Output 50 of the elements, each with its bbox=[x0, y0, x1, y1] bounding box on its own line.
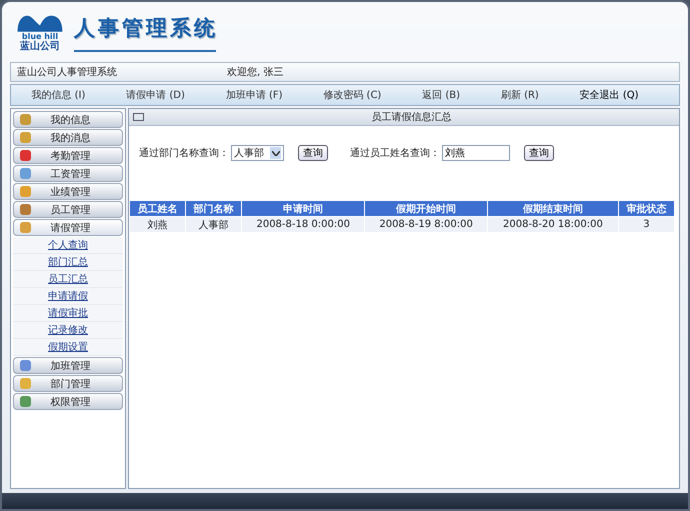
sidebar-menu-item[interactable]: 我的消息 bbox=[13, 129, 123, 146]
table-cell: 2008-8-20 18:00:00 bbox=[488, 216, 618, 232]
column-header: 审批状态 bbox=[618, 200, 674, 216]
name-input-field[interactable]: 刘燕 bbox=[442, 145, 510, 161]
system-name: 蓝山公司人事管理系统 bbox=[17, 66, 117, 79]
table-cell: 2008-8-18 0:00:00 bbox=[242, 216, 365, 232]
nav-link[interactable]: 安全退出 (Q) bbox=[580, 88, 639, 102]
submenu-link[interactable]: 请假审批 bbox=[48, 306, 88, 320]
nav-link[interactable]: 请假申请 (D) bbox=[126, 88, 185, 102]
query-button[interactable]: 查询 bbox=[298, 145, 328, 161]
submenu-link[interactable]: 部门汇总 bbox=[48, 255, 88, 269]
submenu-link[interactable]: 申请请假 bbox=[48, 289, 88, 303]
sidebar-menu-item[interactable]: 工资管理 bbox=[13, 165, 123, 182]
welcome-text: 欢迎您, 张三 bbox=[227, 66, 284, 79]
submenu-link[interactable]: 记录修改 bbox=[48, 323, 88, 337]
nav-link[interactable]: 修改密码 (C) bbox=[323, 88, 382, 102]
query-label: 通过员工姓名查询： bbox=[350, 146, 440, 160]
table-cell: 2008-8-19 8:00:00 bbox=[364, 216, 488, 232]
mountain-logo-icon bbox=[16, 14, 64, 32]
nav-link[interactable]: 加班申请 (F) bbox=[226, 88, 282, 102]
column-header: 假期结束时间 bbox=[488, 200, 618, 216]
table-cell: 3 bbox=[618, 216, 674, 232]
table-cell: 刘燕 bbox=[130, 216, 186, 232]
table-cell: 人事部 bbox=[186, 216, 242, 232]
nav-link[interactable]: 返回 (B) bbox=[422, 88, 460, 102]
sidebar-menu-item[interactable]: 考勤管理 bbox=[13, 147, 123, 164]
query-button[interactable]: 查询 bbox=[524, 145, 554, 161]
sidebar-menu-item[interactable]: 部门管理 bbox=[13, 375, 123, 392]
submenu-link[interactable]: 个人查询 bbox=[48, 238, 88, 252]
column-header: 假期开始时间 bbox=[364, 200, 488, 216]
panel-title: 员工请假信息汇总 bbox=[370, 110, 452, 124]
column-header: 部门名称 bbox=[186, 200, 242, 216]
sidebar-menu-item[interactable]: 加班管理 bbox=[13, 357, 123, 374]
nav-link[interactable]: 刷新 (R) bbox=[500, 88, 539, 102]
column-header: 申请时间 bbox=[242, 200, 365, 216]
sidebar-menu-item[interactable]: 我的信息 bbox=[13, 111, 123, 128]
app-title: 人事管理系统 bbox=[74, 15, 218, 42]
department-select[interactable]: 人事部 bbox=[231, 145, 284, 161]
logo-brand-text: blue hill bbox=[22, 32, 58, 41]
submenu-link[interactable]: 员工汇总 bbox=[48, 272, 88, 286]
nav-link[interactable]: 我的信息 (I) bbox=[31, 88, 86, 102]
company-name: 蓝山公司 bbox=[20, 41, 60, 53]
sidebar-menu-item[interactable]: 权限管理 bbox=[13, 393, 123, 410]
column-header: 员工姓名 bbox=[130, 200, 186, 216]
panel-icon bbox=[133, 113, 144, 121]
query-label: 通过部门名称查询： bbox=[139, 146, 229, 160]
sidebar-menu-item[interactable]: 员工管理 bbox=[13, 201, 123, 218]
sidebar-menu-item[interactable]: 业绩管理 bbox=[13, 183, 123, 200]
submenu-link[interactable]: 假期设置 bbox=[48, 340, 88, 354]
sidebar-menu-item[interactable]: 请假管理 bbox=[13, 219, 123, 236]
